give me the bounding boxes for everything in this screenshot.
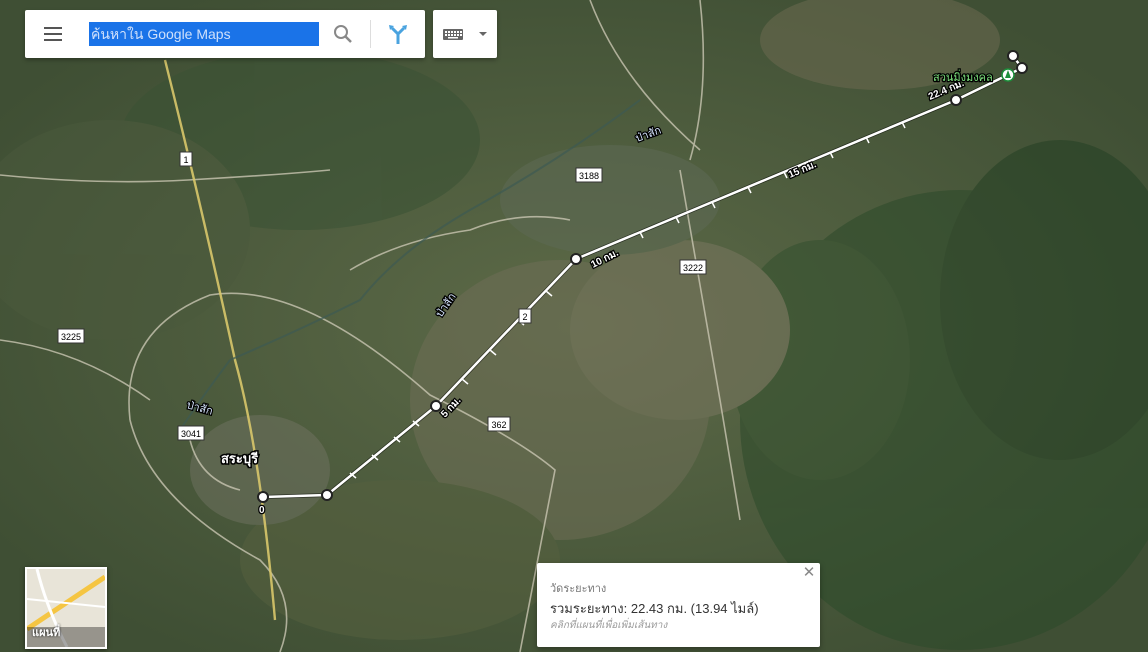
chevron-down-icon[interactable] [473,22,493,46]
route-point[interactable] [1007,50,1019,62]
svg-text:3041: 3041 [181,429,201,439]
road-shield-3222: 3222 [679,259,707,275]
city-label[interactable]: สระบุรี [220,450,260,469]
map-type-toggle[interactable]: แผนที่ [25,567,107,649]
svg-text:3222: 3222 [683,263,703,273]
svg-text:3225: 3225 [61,332,81,342]
minimap-label: แผนที่ [32,627,61,639]
place-marker-icon[interactable] [1001,68,1015,82]
svg-text:3188: 3188 [579,171,599,181]
close-icon[interactable]: ✕ [801,565,817,581]
road-shield-1: 1 [179,151,193,167]
search-input[interactable] [89,22,319,46]
route-point[interactable] [321,489,333,501]
road-shield-3225: 3225 [57,328,85,344]
search-icon[interactable] [327,20,359,48]
directions-icon[interactable] [382,20,414,48]
place-label[interactable]: สวนมิ่งมงคล [932,68,994,86]
card-hint: คลิกที่แผนที่เพื่อเพิ่มเส้นทาง [550,620,668,631]
road-shield-3041: 3041 [177,425,205,441]
svg-text:362: 362 [491,420,506,430]
route-point[interactable] [570,253,582,265]
route-point[interactable] [430,400,442,412]
svg-text:1: 1 [183,155,188,165]
card-title: วัดระยะทาง [550,583,607,595]
distance-label-0: 0 [259,505,265,516]
road-shield-2: 2 [518,308,532,324]
input-tools [433,10,497,58]
satellite-map[interactable]: 0 5 กม. 10 กม. 15 กม. 22.4 กม. สวนมิ่งมง… [0,0,1148,652]
road-shield-3188: 3188 [575,167,603,183]
keyboard-icon[interactable] [439,22,467,46]
menu-icon[interactable] [37,22,69,46]
search-box [25,10,425,58]
road-shield-362: 362 [487,416,511,432]
divider [370,20,371,48]
route-point[interactable] [1016,62,1028,74]
total-distance: รวมระยะทาง: 22.43 กม. (13.94 ไมล์) [550,601,759,616]
measure-distance-card: วัดระยะทาง รวมระยะทาง: 22.43 กม. (13.94 … [537,563,820,647]
svg-text:2: 2 [522,312,527,322]
route-point[interactable] [257,491,269,503]
route-point[interactable] [950,94,962,106]
